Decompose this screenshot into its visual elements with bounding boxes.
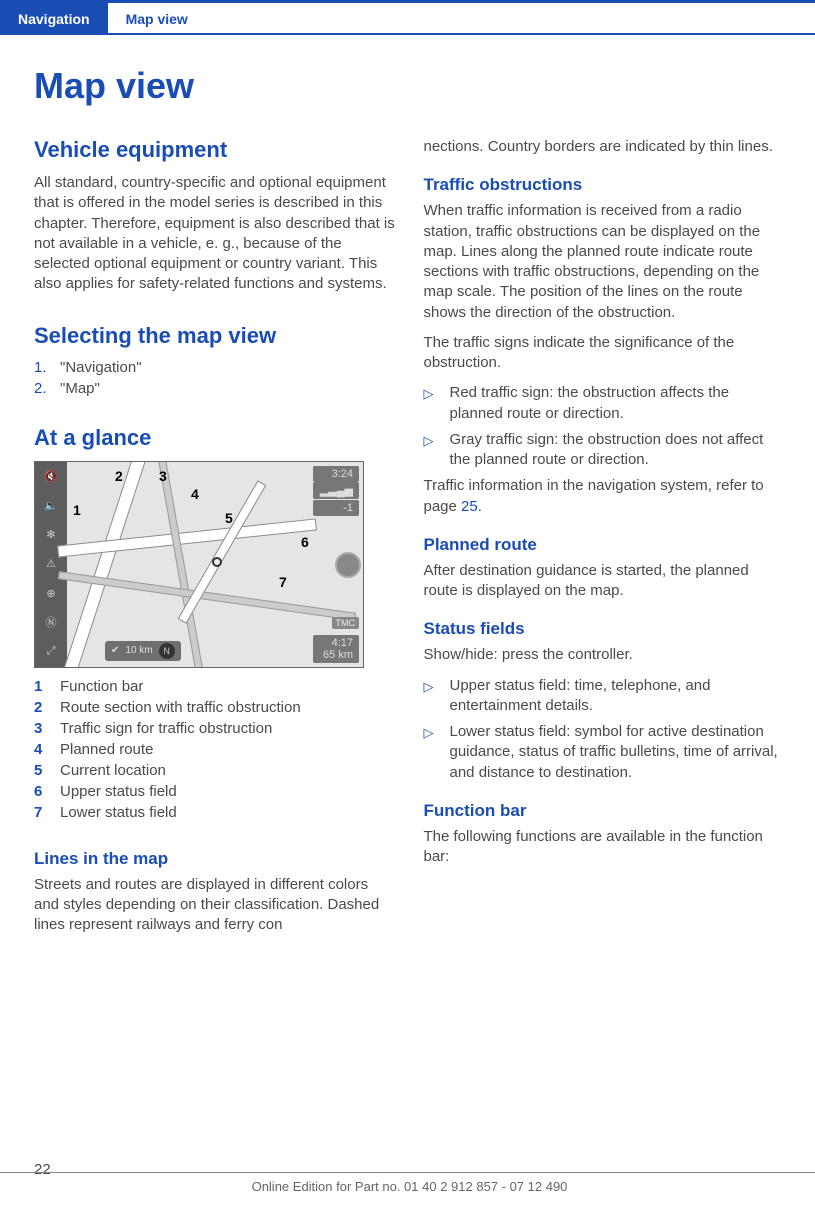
lower-status-eta: 4:17 <box>332 637 353 649</box>
scale-pill: ✔ 10 km N <box>105 641 181 661</box>
footer-line: Online Edition for Part no. 01 40 2 912 … <box>0 1172 815 1208</box>
list-item: ▷ Gray traffic sign: the obstruction doe… <box>424 430 786 471</box>
legend-text: Planned route <box>60 741 153 758</box>
list-item: ▷ Upper status field: time, telephone, a… <box>424 676 786 717</box>
mute-icon: 🔇 <box>42 468 60 486</box>
upper-status-temp: -1 <box>313 500 359 516</box>
gear-icon: ✻ <box>42 526 60 544</box>
bullet-text: Upper status field: time, telephone, and… <box>450 676 786 717</box>
map-function-bar: 🔇 🔈 ✻ ⚠ ⊕ Ⓝ ⤢ <box>35 462 67 667</box>
list-item: 1. "Navigation" <box>34 359 396 376</box>
paragraph: When traffic information is received fro… <box>424 201 786 323</box>
controller-knob <box>335 552 361 578</box>
list-item: ▷ Red traffic sign: the obstruction affe… <box>424 383 786 424</box>
list-item: ▷ Lower status field: symbol for active … <box>424 722 786 783</box>
heading-lines-in-map: Lines in the map <box>34 849 396 869</box>
callout-4: 4 <box>191 486 199 502</box>
paragraph: All standard, country-specific and optio… <box>34 173 396 295</box>
warning-icon: ⚠ <box>42 555 60 573</box>
paragraph: Streets and routes are displayed in diff… <box>34 875 396 936</box>
volume-icon: 🔈 <box>42 497 60 515</box>
paragraph: After destination guidance is started, t… <box>424 561 786 602</box>
page-reference-link[interactable]: 25 <box>461 498 478 515</box>
callout-1: 1 <box>73 502 81 518</box>
legend-num: 1 <box>34 678 60 695</box>
zoom-icon: ⤢ <box>42 642 60 660</box>
legend-num: 5 <box>34 762 60 779</box>
legend-row: 4 Planned route <box>34 741 396 758</box>
legend-num: 7 <box>34 804 60 821</box>
tab-navigation[interactable]: Navigation <box>0 3 108 33</box>
legend-num: 6 <box>34 783 60 800</box>
triangle-bullet-icon: ▷ <box>424 722 450 783</box>
legend-text: Upper status field <box>60 783 177 800</box>
globe-icon: ⊕ <box>42 584 60 602</box>
tabs: Navigation Map view <box>0 3 815 35</box>
paragraph-continuation: nections. Country borders are indicated … <box>424 137 786 157</box>
triangle-bullet-icon: ▷ <box>424 383 450 424</box>
page-title: Map view <box>34 65 785 107</box>
step-text: "Navigation" <box>60 359 142 376</box>
paragraph: The traffic signs indicate the significa… <box>424 333 786 374</box>
heading-vehicle-equipment: Vehicle equipment <box>34 137 396 163</box>
triangle-bullet-icon: ▷ <box>424 430 450 471</box>
section-vehicle-equipment: Vehicle equipment All standard, country-… <box>34 137 396 295</box>
compass-icon: N <box>159 643 175 659</box>
bullet-text: Gray traffic sign: the obstruction does … <box>450 430 786 471</box>
paragraph: Traffic information in the navigation sy… <box>424 476 786 517</box>
legend-row: 3 Traffic sign for traffic obstruction <box>34 720 396 737</box>
column-left: Vehicle equipment All standard, country-… <box>34 137 396 945</box>
heading-at-a-glance: At a glance <box>34 425 396 451</box>
legend-row: 2 Route section with traffic obstruction <box>34 699 396 716</box>
legend-row: 1 Function bar <box>34 678 396 695</box>
legend-row: 5 Current location <box>34 762 396 779</box>
paragraph: Show/hide: press the controller. <box>424 645 786 665</box>
tmc-badge: TMC <box>332 617 360 629</box>
legend-text: Route section with traffic obstruction <box>60 699 301 716</box>
scale-value: 10 km <box>125 645 152 656</box>
legend-text: Current location <box>60 762 166 779</box>
legend-row: 6 Upper status field <box>34 783 396 800</box>
step-number: 2. <box>34 380 60 397</box>
heading-selecting: Selecting the map view <box>34 323 396 349</box>
legend-num: 2 <box>34 699 60 716</box>
heading-function-bar: Function bar <box>424 801 786 821</box>
map-body: 3:24 ▂▃▄▅ -1 TMC 4:17 65 km ✔ 10 km N <box>67 462 363 667</box>
heading-status-fields: Status fields <box>424 619 786 639</box>
tab-map-view[interactable]: Map view <box>108 3 206 33</box>
legend-text: Traffic sign for traffic obstruction <box>60 720 272 737</box>
legend-num: 3 <box>34 720 60 737</box>
callout-7: 7 <box>279 574 287 590</box>
legend-num: 4 <box>34 741 60 758</box>
step-number: 1. <box>34 359 60 376</box>
upper-status-time: 3:24 <box>313 466 359 482</box>
list-item: 2. "Map" <box>34 380 396 397</box>
lower-status: 4:17 65 km <box>313 635 359 663</box>
heading-traffic: Traffic obstructions <box>424 175 786 195</box>
legend-text: Function bar <box>60 678 143 695</box>
north-icon: Ⓝ <box>42 613 60 631</box>
section-at-a-glance: At a glance 🔇 🔈 ✻ ⚠ ⊕ Ⓝ ⤢ <box>34 425 396 821</box>
section-lines-in-map: Lines in the map Streets and routes are … <box>34 849 396 936</box>
bullet-text: Lower status field: symbol for active de… <box>450 722 786 783</box>
legend-row: 7 Lower status field <box>34 804 396 821</box>
column-right: nections. Country borders are indicated … <box>424 137 786 945</box>
triangle-bullet-icon: ▷ <box>424 676 450 717</box>
lower-status-dist: 65 km <box>323 649 353 661</box>
callout-3: 3 <box>159 468 167 484</box>
paragraph: The following functions are available in… <box>424 827 786 868</box>
step-text: "Map" <box>60 380 100 397</box>
map-figure: 🔇 🔈 ✻ ⚠ ⊕ Ⓝ ⤢ <box>34 461 364 668</box>
callout-6: 6 <box>301 534 309 550</box>
callout-5: 5 <box>225 510 233 526</box>
section-selecting: Selecting the map view 1. "Navigation" 2… <box>34 323 396 397</box>
legend-text: Lower status field <box>60 804 177 821</box>
heading-planned-route: Planned route <box>424 535 786 555</box>
callout-2: 2 <box>115 468 123 484</box>
upper-status-signal: ▂▃▄▅ <box>313 482 359 499</box>
bullet-text: Red traffic sign: the obstruction affect… <box>450 383 786 424</box>
